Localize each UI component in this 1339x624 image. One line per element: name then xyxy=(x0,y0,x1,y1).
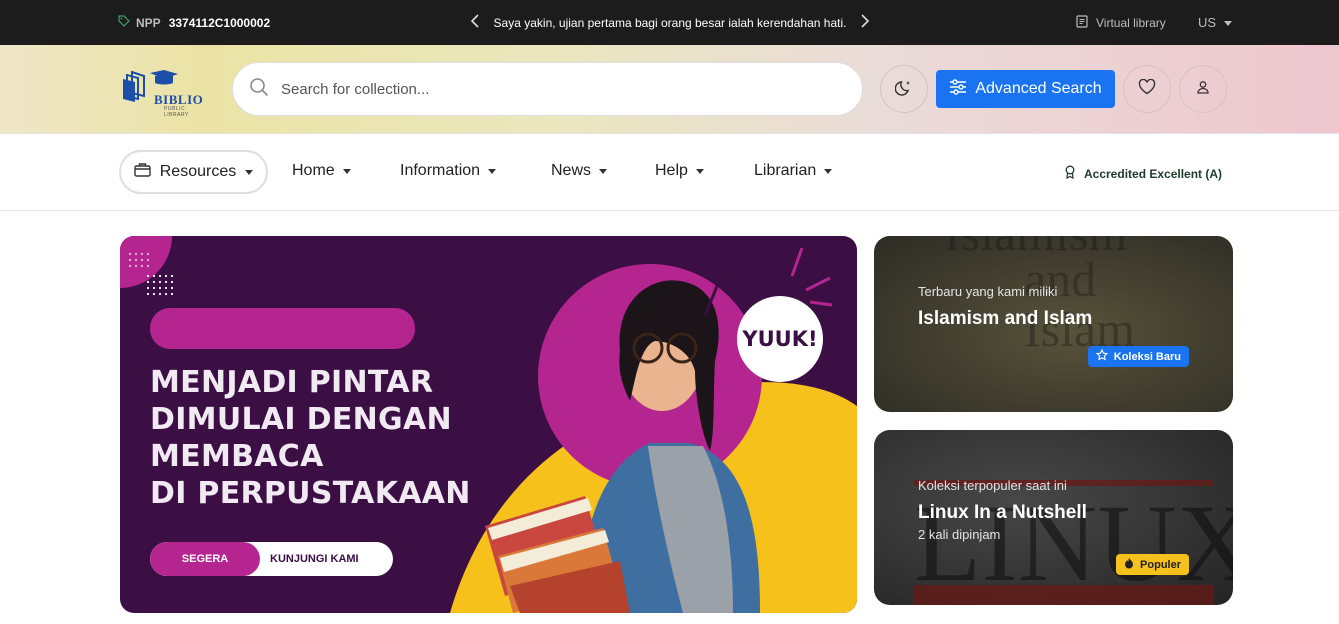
nav-item-label: Home xyxy=(292,162,335,179)
heart-icon xyxy=(1138,78,1156,100)
npp-info: NPP 3374112C1000002 xyxy=(118,15,270,30)
new-collection-badge: Koleksi Baru xyxy=(1087,346,1189,367)
virtual-library-link[interactable]: Virtual library xyxy=(1076,15,1166,31)
search-icon xyxy=(249,77,269,102)
banner-pill xyxy=(150,308,415,349)
top-bar: NPP 3374112C1000002 Saya yakin, ujian pe… xyxy=(0,0,1339,45)
briefcase-icon xyxy=(134,162,151,182)
moon-icon xyxy=(894,78,913,101)
chevron-down-icon xyxy=(245,169,254,175)
chevron-down-icon xyxy=(695,168,704,174)
nav-item-label: Information xyxy=(400,162,481,179)
badge-label: Koleksi Baru xyxy=(1113,350,1181,363)
nav-item-information[interactable]: Information xyxy=(400,162,497,180)
chevron-down-icon xyxy=(488,168,497,174)
language-selector[interactable]: US xyxy=(1198,15,1232,30)
hero-banner[interactable]: MENJADI PINTAR DIMULAI DENGAN MEMBACA DI… xyxy=(120,236,857,613)
award-icon xyxy=(1064,165,1076,182)
chevron-right-icon[interactable] xyxy=(860,14,870,32)
sliders-icon xyxy=(949,78,967,100)
card-title: Linux In a Nutshell xyxy=(918,502,1087,523)
resources-dropdown[interactable]: Resources xyxy=(119,150,268,194)
chevron-down-icon xyxy=(1223,21,1232,27)
nav-item-news[interactable]: News xyxy=(551,162,608,180)
tag-icon xyxy=(118,15,130,30)
card-kicker: Terbaru yang kami miliki xyxy=(918,284,1058,299)
favorites-button[interactable] xyxy=(1123,65,1171,113)
banner-headline-line: DI PERPUSTAKAAN xyxy=(150,476,471,511)
search-box[interactable] xyxy=(232,62,863,116)
npp-label: NPP xyxy=(136,15,161,30)
language-label: US xyxy=(1198,15,1217,30)
yuuk-text: YUUK! xyxy=(742,327,818,351)
card-kicker: Koleksi terpopuler saat ini xyxy=(918,478,1067,493)
nav-item-label: Help xyxy=(655,162,688,179)
nav-item-home[interactable]: Home xyxy=(292,162,351,180)
banner-headline: MENJADI PINTAR DIMULAI DENGAN MEMBACA DI… xyxy=(150,364,471,512)
yuuk-badge: YUUK! xyxy=(737,296,823,382)
banner-headline-line: MEMBACA xyxy=(150,439,324,474)
fire-icon xyxy=(1124,557,1134,572)
nav-item-help[interactable]: Help xyxy=(655,162,704,180)
popular-collection-card[interactable]: LINUX Koleksi terpopuler saat ini Linux … xyxy=(874,430,1233,605)
advanced-search-button[interactable]: Advanced Search xyxy=(936,70,1115,108)
cta-right: KUNJUNGI KAMI xyxy=(270,553,359,565)
star-icon xyxy=(1095,348,1109,364)
new-collection-card[interactable]: Islamism and Islam Terbaru yang kami mil… xyxy=(874,236,1233,412)
chevron-left-icon[interactable] xyxy=(470,14,480,32)
chevron-down-icon xyxy=(599,168,608,174)
nav-item-label: News xyxy=(551,162,592,179)
logo-subtext: PUBLIC LIBRARY xyxy=(164,106,189,118)
resources-label: Resources xyxy=(159,163,237,180)
chevron-down-icon xyxy=(342,168,351,174)
chevron-down-icon xyxy=(824,168,833,174)
banner-cta[interactable]: SEGERA KUNJUNGI KAMI xyxy=(150,542,393,576)
quote-text: Saya yakin, ujian pertama bagi orang bes… xyxy=(493,16,847,30)
accreditation-label: Accredited Excellent (A) xyxy=(1084,166,1223,181)
cta-left: SEGERA xyxy=(150,542,260,576)
npp-value: 3374112C1000002 xyxy=(168,15,271,30)
account-button[interactable] xyxy=(1179,65,1227,113)
document-icon xyxy=(1076,15,1088,31)
virtual-library-label: Virtual library xyxy=(1096,16,1166,30)
badge-label: Populer xyxy=(1140,558,1181,571)
card-subtitle: 2 kali dipinjam xyxy=(918,527,1001,542)
header: BIBLIO PUBLIC LIBRARY Advanced Search xyxy=(0,45,1339,134)
popular-badge: Populer xyxy=(1116,554,1189,575)
card-title: Islamism and Islam xyxy=(918,308,1093,329)
theme-toggle-button[interactable] xyxy=(880,65,928,113)
banner-headline-line: DIMULAI DENGAN xyxy=(150,402,452,437)
quote-carousel: Saya yakin, ujian pertama bagi orang bes… xyxy=(470,14,870,32)
search-input[interactable] xyxy=(281,80,801,98)
logo[interactable]: BIBLIO PUBLIC LIBRARY xyxy=(120,67,210,118)
nav-item-librarian[interactable]: Librarian xyxy=(754,162,833,180)
advanced-search-label: Advanced Search xyxy=(975,80,1102,97)
main-nav: Resources Home Information News Help Lib… xyxy=(0,134,1339,211)
banner-headline-line: MENJADI PINTAR xyxy=(150,365,434,400)
nav-item-label: Librarian xyxy=(754,162,817,179)
accreditation-badge: Accredited Excellent (A) xyxy=(1064,165,1222,182)
user-icon xyxy=(1196,80,1210,99)
